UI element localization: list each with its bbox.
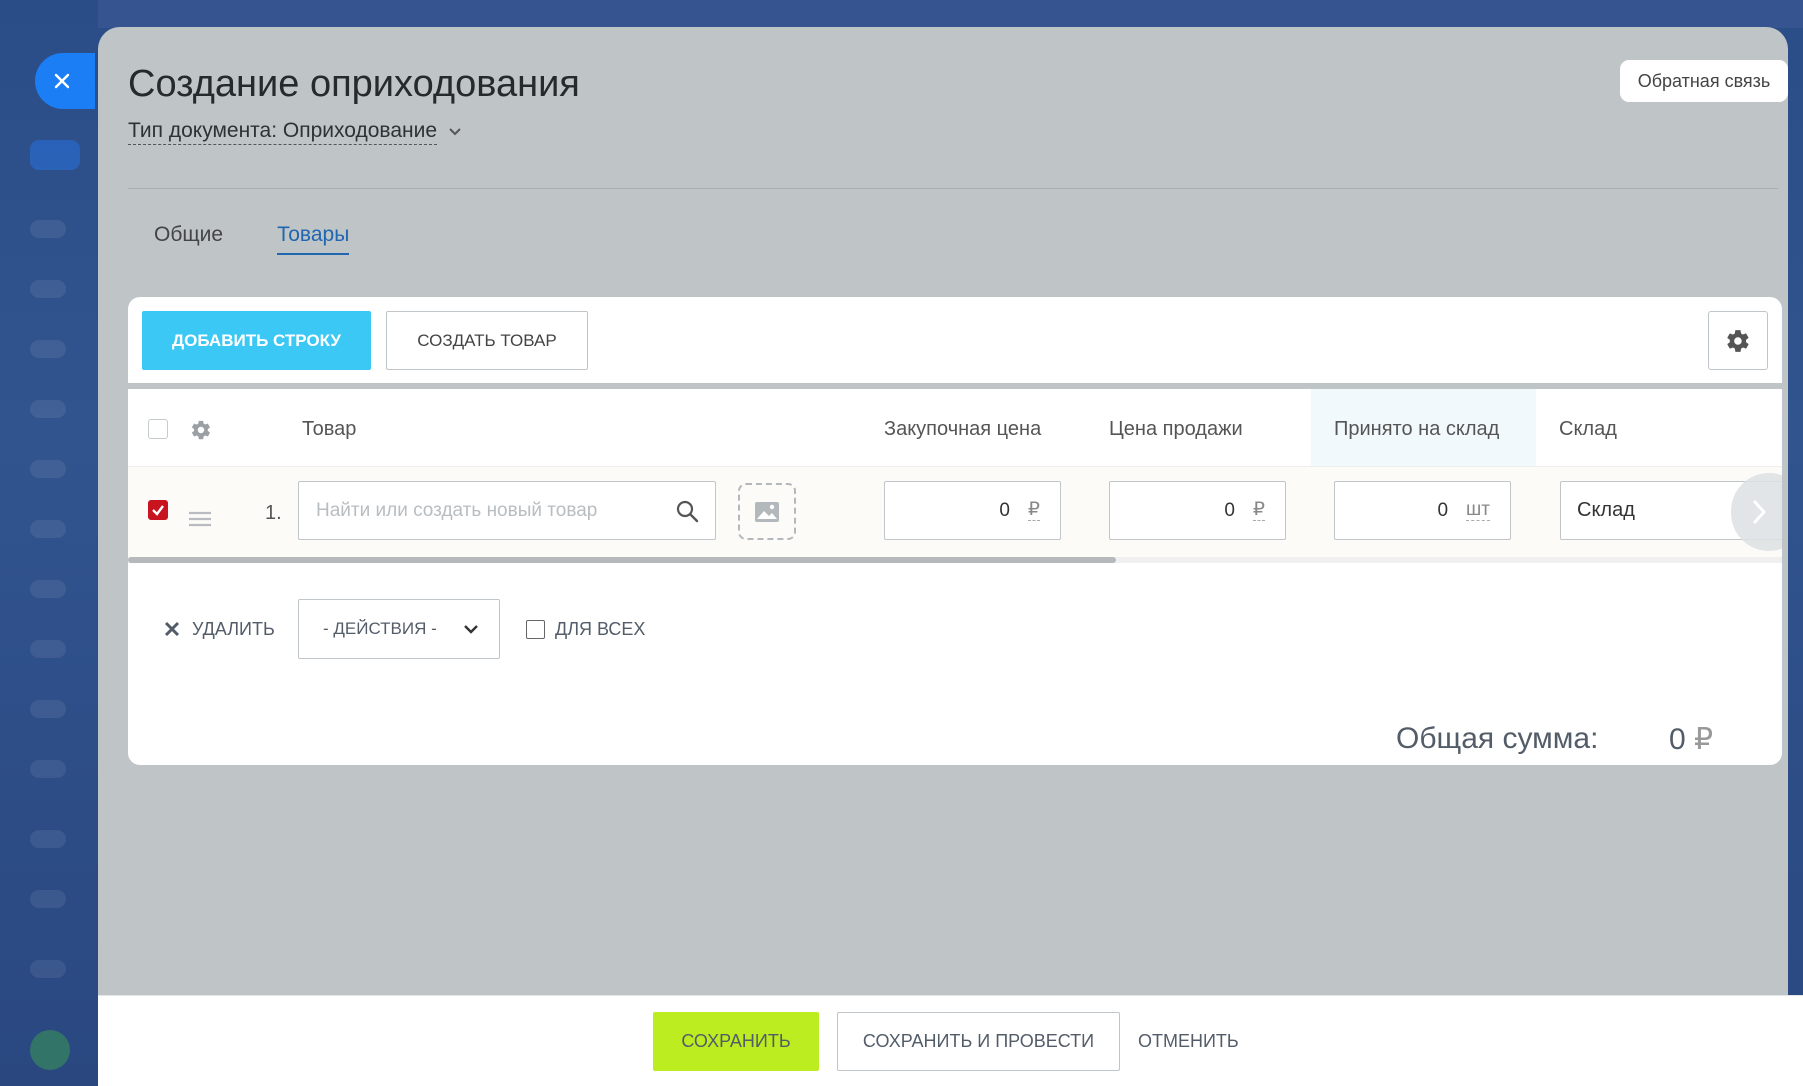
accepted-qty-field[interactable]: 0 шт (1334, 481, 1511, 540)
cancel-button[interactable]: ОТМЕНИТЬ (1138, 1012, 1239, 1071)
select-all-checkbox[interactable] (148, 419, 168, 439)
close-icon (54, 73, 70, 89)
chevron-down-icon (464, 625, 478, 634)
column-header-sale-price: Цена продажи (1109, 418, 1243, 440)
row-number: 1. (265, 502, 282, 524)
header-divider (128, 188, 1778, 189)
feedback-button[interactable]: Обратная связь (1620, 60, 1788, 102)
horizontal-scrollbar-thumb[interactable] (128, 557, 1116, 563)
slider-panel: Создание оприходования Тип документа: Оп… (98, 27, 1788, 1086)
image-icon (755, 501, 779, 522)
sale-price-value: 0 (1224, 499, 1235, 521)
column-header-purchase-price: Закупочная цена (884, 418, 1042, 440)
products-table: Товар Закупочная цена Цена продажи Приня… (128, 389, 1782, 765)
toolbar-settings-button[interactable] (1708, 311, 1768, 370)
chevron-right-icon (1752, 499, 1767, 525)
product-image-upload[interactable] (738, 483, 796, 540)
save-button[interactable]: СОХРАНИТЬ (653, 1012, 819, 1071)
total-currency: ₽ (1694, 723, 1714, 756)
tab-general[interactable]: Общие (154, 223, 223, 255)
product-search-input[interactable]: Найти или создать новый товар (298, 481, 716, 540)
bulk-actions-panel: УДАЛИТЬ - ДЕЙСТВИЯ - ДЛЯ ВСЕХ (128, 599, 1782, 659)
table-row: 1. Найти или создать новый товар 0 ₽ 0 ₽… (128, 467, 1782, 557)
row-checkbox[interactable] (148, 500, 168, 520)
checkmark-icon (152, 505, 164, 516)
delete-button[interactable]: УДАЛИТЬ (164, 599, 275, 659)
total-value-group: 0 ₽ (1669, 722, 1713, 757)
accepted-qty-value: 0 (1437, 499, 1449, 521)
tab-products[interactable]: Товары (277, 223, 350, 255)
table-header: Товар Закупочная цена Цена продажи Приня… (128, 389, 1782, 467)
background-sidebar (0, 0, 98, 1086)
actions-dropdown[interactable]: - ДЕЙСТВИЯ - (298, 599, 500, 659)
purchase-currency-selector[interactable]: ₽ (1027, 499, 1040, 522)
unit-selector[interactable]: шт (1466, 499, 1490, 522)
page-title: Создание оприходования (128, 63, 580, 105)
add-row-button[interactable]: ДОБАВИТЬ СТРОКУ (142, 311, 371, 370)
save-and-conduct-button[interactable]: СОХРАНИТЬ И ПРОВЕСТИ (837, 1012, 1120, 1071)
column-header-product: Товар (302, 418, 357, 440)
sale-price-field[interactable]: 0 ₽ (1109, 481, 1286, 540)
for-all-option[interactable]: ДЛЯ ВСЕХ (526, 599, 645, 659)
footer-bar: СОХРАНИТЬ СОХРАНИТЬ И ПРОВЕСТИ ОТМЕНИТЬ (98, 995, 1803, 1086)
chevron-down-icon (449, 128, 461, 136)
close-slider-button[interactable] (35, 53, 95, 109)
product-search-placeholder: Найти или создать новый товар (316, 499, 598, 521)
purchase-price-field[interactable]: 0 ₽ (884, 481, 1061, 540)
create-product-button[interactable]: СОЗДАТЬ ТОВАР (386, 311, 588, 370)
total-value: 0 (1669, 723, 1686, 756)
column-settings-gear-icon[interactable] (190, 419, 212, 441)
total-label: Общая сумма: (1396, 722, 1599, 755)
column-header-accepted: Принято на склад (1334, 418, 1500, 440)
gear-icon (1727, 329, 1749, 352)
for-all-label: ДЛЯ ВСЕХ (555, 618, 646, 639)
search-icon[interactable] (675, 499, 699, 523)
actions-dropdown-label: - ДЕЙСТВИЯ - (323, 619, 437, 638)
background-top-bar (98, 0, 1803, 28)
drag-handle-icon[interactable] (189, 510, 211, 528)
sale-currency-selector[interactable]: ₽ (1252, 499, 1265, 522)
close-icon (164, 621, 180, 637)
delete-label: УДАЛИТЬ (192, 618, 275, 639)
column-header-warehouse: Склад (1559, 418, 1617, 440)
tab-bar: Общие Товары (154, 223, 350, 255)
doc-type-label: Тип документа: Оприходование (128, 119, 438, 145)
products-toolbar: ДОБАВИТЬ СТРОКУ СОЗДАТЬ ТОВАР (128, 297, 1782, 383)
purchase-price-value: 0 (999, 499, 1010, 521)
doc-type-selector[interactable]: Тип документа: Оприходование (128, 119, 463, 145)
for-all-checkbox[interactable] (526, 619, 545, 639)
